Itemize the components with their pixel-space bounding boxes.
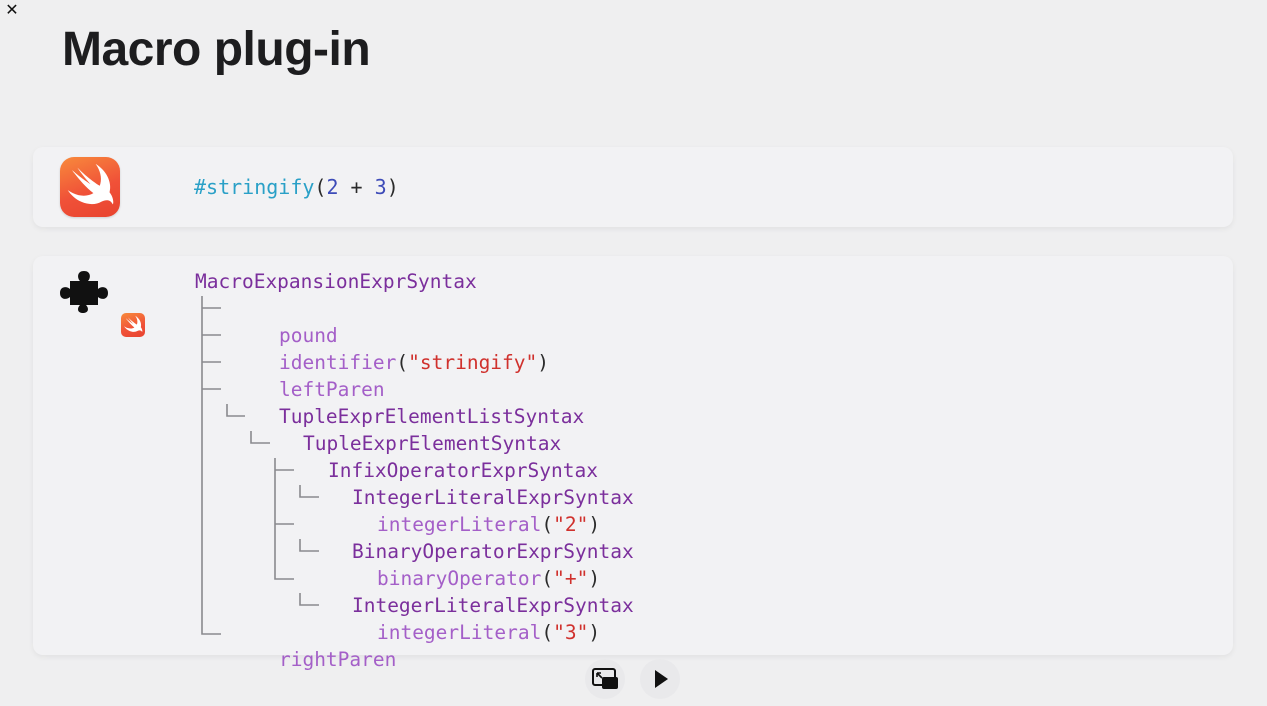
play-button[interactable] [640, 659, 680, 699]
tree-paren-close: ) [537, 351, 550, 374]
code-rhs: 3 [374, 175, 387, 199]
close-icon[interactable]: ✕ [4, 1, 20, 19]
tree-root: MacroExpansionExprSyntax [195, 270, 477, 293]
tree-paren-close: ) [588, 621, 601, 644]
tree-paren-open: ( [396, 351, 409, 374]
source-code-line: #stringify(2 + 3) [194, 175, 399, 199]
tree-paren-open: ( [541, 621, 554, 644]
tree-node-arg: "3" [553, 621, 589, 644]
syntax-tree-card: MacroExpansionExprSyntax pound identifie… [33, 256, 1233, 671]
play-icon [655, 670, 668, 688]
macro-name: #stringify [194, 175, 315, 199]
tree-node-name: rightParen [278, 648, 397, 671]
code-open-paren: ( [314, 175, 327, 199]
code-operator: + [338, 175, 375, 199]
picture-in-picture-icon [592, 668, 618, 689]
picture-in-picture-button[interactable] [585, 659, 625, 699]
tree-node: rightParen [232, 619, 396, 700]
swift-logo-icon [60, 157, 120, 217]
code-close-paren: ) [386, 175, 399, 199]
slide-title: Macro plug-in [62, 23, 371, 76]
tree-node-name: integerLiteral [376, 621, 542, 644]
source-code-card: #stringify(2 + 3) [33, 147, 1233, 227]
code-lhs: 2 [326, 175, 339, 199]
tree-node-arg: "stringify" [408, 351, 538, 374]
